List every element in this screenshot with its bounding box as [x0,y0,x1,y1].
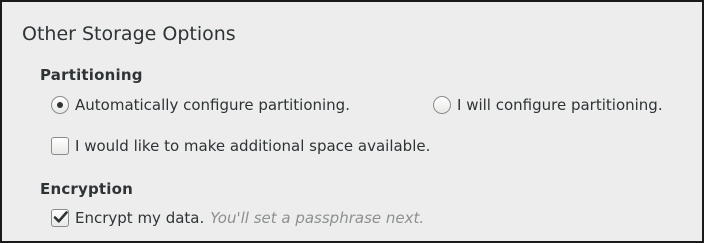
storage-options-panel: Other Storage Options Partitioning Autom… [0,0,704,243]
encrypt-data-option[interactable]: Encrypt my data. You'll set a passphrase… [51,209,424,227]
auto-partitioning-option[interactable]: Automatically configure partitioning. [51,96,350,114]
encrypt-hint-text: You'll set a passphrase next. [210,209,425,227]
encryption-heading: Encryption [40,180,134,198]
radio-unselected-icon[interactable] [433,96,451,114]
reclaim-space-option[interactable]: I would like to make additional space av… [51,137,430,155]
manual-partitioning-option[interactable]: I will configure partitioning. [433,96,663,114]
checkbox-checked-icon[interactable] [51,209,69,227]
encrypt-data-label[interactable]: Encrypt my data. [75,209,204,227]
checkbox-unchecked-icon[interactable] [51,137,69,155]
radio-selected-icon[interactable] [51,96,69,114]
manual-partitioning-label[interactable]: I will configure partitioning. [457,96,663,114]
section-title: Other Storage Options [22,23,236,45]
checkmark-icon [53,211,68,223]
reclaim-space-label[interactable]: I would like to make additional space av… [75,137,430,155]
partitioning-heading: Partitioning [40,66,143,84]
auto-partitioning-label[interactable]: Automatically configure partitioning. [75,96,350,114]
